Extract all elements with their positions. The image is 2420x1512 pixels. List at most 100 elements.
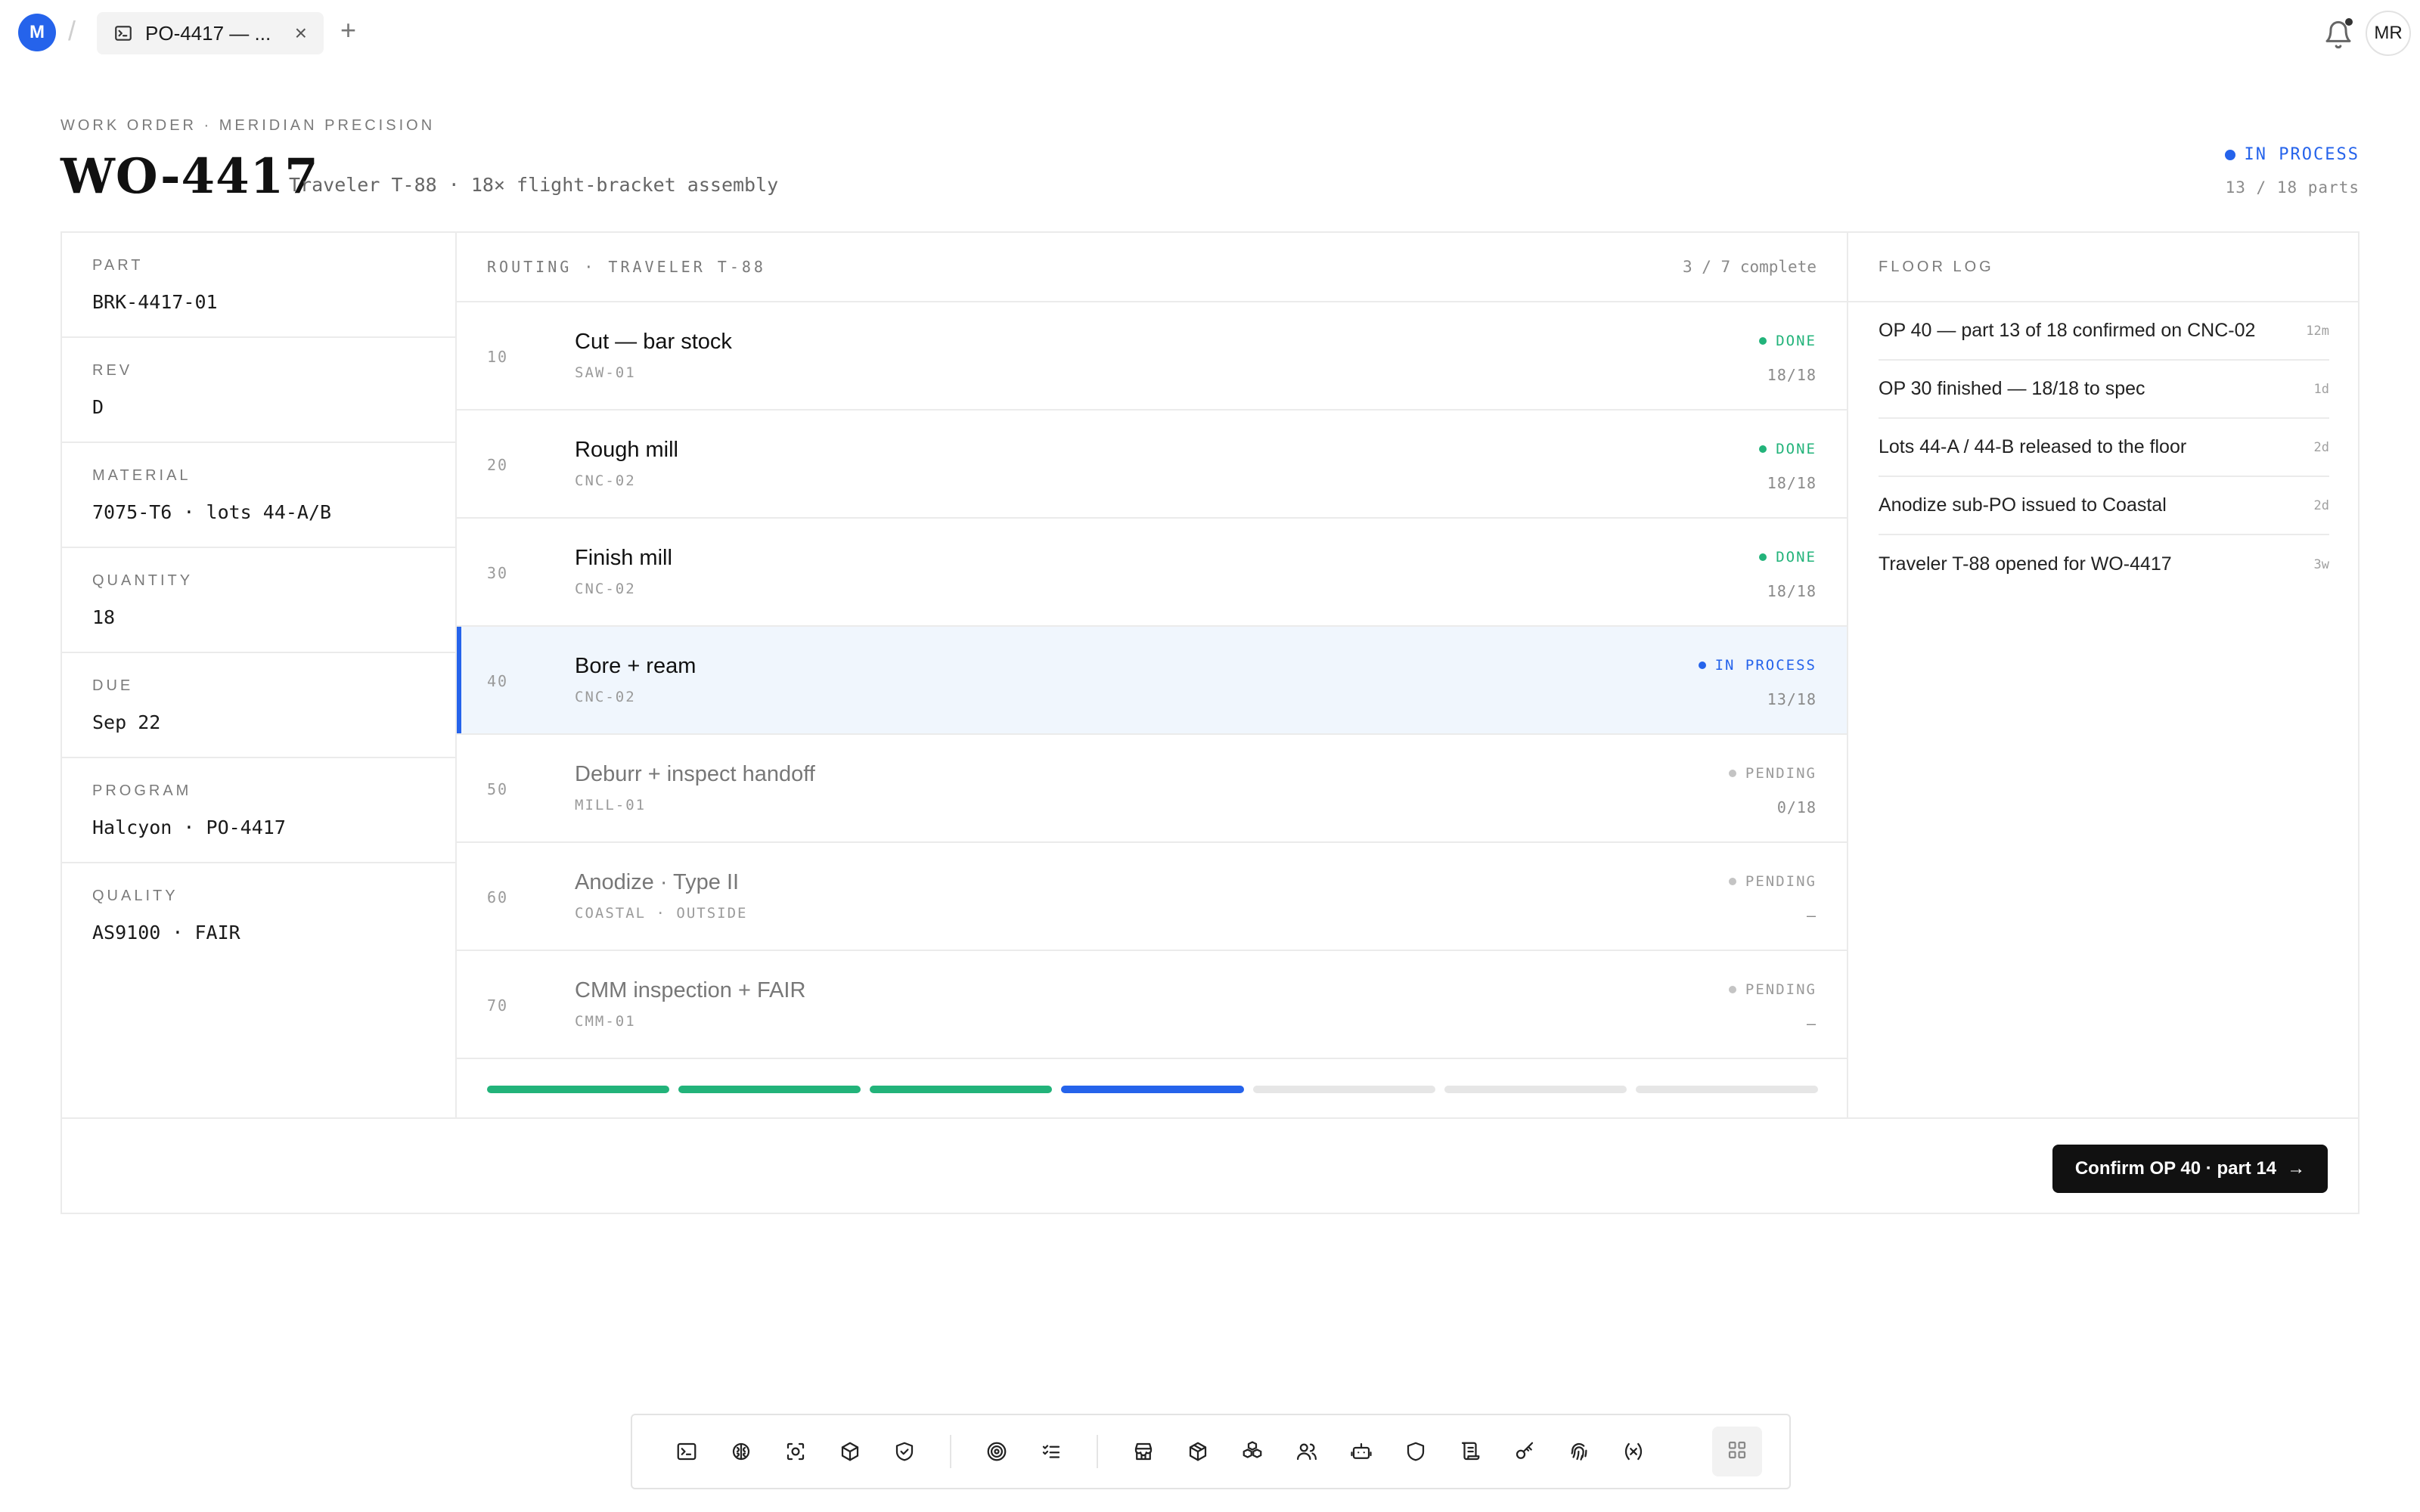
operation-row[interactable]: 20 Rough mill CNC-02 DONE 18/18 <box>457 411 1847 519</box>
status-dot <box>2224 149 2235 160</box>
log-time: 1d <box>2313 381 2329 397</box>
progress-segment <box>487 1086 670 1093</box>
log-item[interactable]: OP 30 finished — 18/18 to spec 1d <box>1879 361 2329 419</box>
operation-row[interactable]: 40 Bore + ream CNC-02 IN PROCESS 13/18 <box>457 627 1847 735</box>
parts-count: 13 / 18 parts <box>2225 178 2360 197</box>
status-dot <box>1759 553 1767 561</box>
scan-icon[interactable] <box>768 1424 823 1479</box>
op-status-badge: DONE <box>1759 333 1817 349</box>
op-number: 20 <box>487 456 509 474</box>
checklist-icon[interactable] <box>1024 1424 1078 1479</box>
operations-list: 10 Cut — bar stock SAW-01 DONE 18/18 20 Rough … <box>457 302 1847 1059</box>
field-label: QUANTITY <box>92 572 194 589</box>
app-grid-button[interactable] <box>1712 1427 1762 1476</box>
operation-row[interactable]: 50 Deburr + inspect handoff MILL-01 PENDING… <box>457 735 1847 843</box>
field-due: DUE Sep 22 <box>62 653 455 758</box>
field-material: MATERIAL 7075-T6 · lots 44-A/B <box>62 443 455 548</box>
field-value: BRK-4417-01 <box>92 291 218 313</box>
op-name: Cut — bar stock <box>575 330 732 354</box>
shield-icon[interactable] <box>1388 1424 1443 1479</box>
package-icon[interactable] <box>1171 1424 1225 1479</box>
confirm-label: Confirm OP 40 · part 14 <box>2074 1158 2277 1179</box>
op-number: 60 <box>487 888 509 906</box>
progress-segment <box>1444 1086 1627 1093</box>
scroll-icon[interactable] <box>1443 1424 1497 1479</box>
op-name: Bore + ream <box>575 654 697 678</box>
op-status-label: PENDING <box>1745 765 1817 782</box>
status-badge: IN PROCESS <box>2224 145 2360 164</box>
field-rev: REV D <box>62 338 455 443</box>
users-icon[interactable] <box>1280 1424 1334 1479</box>
log-item[interactable]: OP 40 — part 13 of 18 confirmed on CNC-0… <box>1879 302 2329 361</box>
status-dot <box>1728 770 1736 777</box>
op-number: 40 <box>487 672 509 690</box>
op-status-badge: DONE <box>1759 549 1817 565</box>
brain-icon[interactable] <box>714 1424 768 1479</box>
field-quantity: QUANTITY 18 <box>62 548 455 653</box>
log-item[interactable]: Anodize sub-PO issued to Coastal 2d <box>1879 477 2329 535</box>
op-status-badge: DONE <box>1759 441 1817 457</box>
status-dot <box>1759 445 1767 453</box>
boxes-icon[interactable] <box>1225 1424 1280 1479</box>
op-quantity: 13/18 <box>1767 690 1817 708</box>
op-status-label: PENDING <box>1745 981 1817 998</box>
notification-dot <box>2345 18 2353 26</box>
log-item[interactable]: Lots 44-A / 44-B released to the floor 2d <box>1879 419 2329 477</box>
field-label: QUALITY <box>92 888 178 904</box>
operation-row[interactable]: 60 Anodize · Type II COASTAL · OUTSIDE PEND… <box>457 843 1847 951</box>
routing-title: ROUTING · TRAVELER T-88 <box>487 258 766 276</box>
op-machine: SAW-01 <box>575 364 636 381</box>
op-name: Anodize · Type II <box>575 870 740 894</box>
user-avatar[interactable]: MR <box>2366 11 2411 56</box>
op-number: 50 <box>487 780 509 798</box>
variable-icon[interactable] <box>1606 1424 1661 1479</box>
page-eyebrow: WORK ORDER · MERIDIAN PRECISION <box>60 117 436 134</box>
cube-icon[interactable] <box>823 1424 877 1479</box>
key-icon[interactable] <box>1497 1424 1552 1479</box>
op-machine: COASTAL · OUTSIDE <box>575 905 748 922</box>
operation-row[interactable]: 70 CMM inspection + FAIR CMM-01 PENDING — <box>457 951 1847 1059</box>
store-icon[interactable] <box>1116 1424 1171 1479</box>
fingerprint-icon[interactable] <box>1552 1424 1606 1479</box>
bottom-dock <box>631 1414 1791 1489</box>
log-text: Anodize sub-PO issued to Coastal <box>1879 494 2167 516</box>
target-icon[interactable] <box>970 1424 1024 1479</box>
shield-check-icon[interactable] <box>877 1424 932 1479</box>
op-machine: CNC-02 <box>575 689 636 705</box>
dock-separator <box>1097 1435 1098 1468</box>
breadcrumb-separator: / <box>68 15 76 46</box>
operation-row[interactable]: 30 Finish mill CNC-02 DONE 18/18 <box>457 519 1847 627</box>
status-dot <box>1728 878 1736 885</box>
op-number: 10 <box>487 348 509 366</box>
op-machine: CNC-02 <box>575 472 636 489</box>
field-label: MATERIAL <box>92 467 191 484</box>
terminal-icon[interactable] <box>659 1424 714 1479</box>
op-status-label: DONE <box>1776 333 1817 349</box>
page-title: WO-4417 <box>60 148 319 205</box>
close-tab-icon[interactable]: × <box>295 23 307 44</box>
operation-row[interactable]: 10 Cut — bar stock SAW-01 DONE 18/18 <box>457 302 1847 411</box>
floor-log-header: FLOOR LOG <box>1848 233 2360 302</box>
floor-log-column: FLOOR LOG OP 40 — part 13 of 18 confirme… <box>1848 233 2360 1117</box>
tab-po-4417[interactable]: PO-4417 — ... × <box>97 12 324 54</box>
panel-footer: Confirm OP 40 · part 14 → <box>62 1117 2358 1214</box>
log-item[interactable]: Traveler T-88 opened for WO-4417 3w <box>1879 535 2329 593</box>
confirm-op-button[interactable]: Confirm OP 40 · part 14 → <box>2052 1145 2328 1193</box>
top-bar: M / PO-4417 — ... × + MR <box>0 0 2420 68</box>
status-dot <box>1728 986 1736 993</box>
new-tab-button[interactable]: + <box>340 17 356 44</box>
op-quantity: 18/18 <box>1767 582 1817 600</box>
op-machine: CMM-01 <box>575 1013 636 1030</box>
op-number: 30 <box>487 564 509 582</box>
page-subtitle: Traveler T-88 · 18× flight-bracket assem… <box>289 174 779 196</box>
arrow-right-icon: → <box>2287 1158 2306 1179</box>
op-number: 70 <box>487 996 509 1015</box>
field-part: PART BRK-4417-01 <box>62 233 455 338</box>
op-status-badge: IN PROCESS <box>1698 657 1817 674</box>
op-machine: CNC-02 <box>575 581 636 597</box>
workspace-avatar[interactable]: M <box>18 14 56 51</box>
details-column: PART BRK-4417-01 REV D MATERIAL 7075-T6 · lot… <box>62 233 457 1117</box>
robot-icon[interactable] <box>1334 1424 1388 1479</box>
routing-progress-bar <box>487 1086 1818 1093</box>
op-name: Finish mill <box>575 546 672 570</box>
